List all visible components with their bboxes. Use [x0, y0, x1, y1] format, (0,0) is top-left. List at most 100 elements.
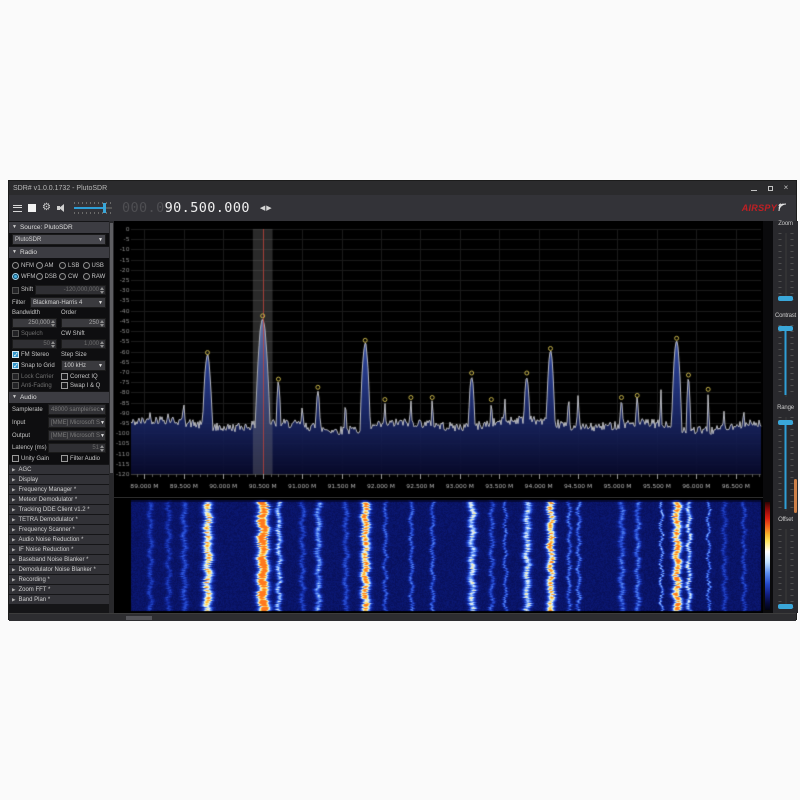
mode-option-raw[interactable]: RAW [83, 273, 107, 280]
spinner-arrows-icon[interactable] [100, 445, 104, 452]
shift-input[interactable]: -120,000,000 [35, 285, 106, 295]
offset-slider[interactable] [778, 529, 793, 609]
order-label: Order [61, 310, 76, 316]
restore-button[interactable] [766, 184, 774, 192]
radio-button-icon[interactable] [83, 262, 90, 269]
unity-gain-checkbox[interactable] [12, 455, 19, 462]
spinner-arrows-icon[interactable] [51, 320, 55, 327]
filter-dropdown[interactable]: Blackman-Harris 4 ▼ [30, 297, 106, 308]
collapsed-panel-zoom-fft[interactable]: ▶Zoom FFT * [9, 585, 109, 594]
collapsed-panel-label: AGC [18, 467, 31, 473]
collapsed-panel-frequency-scanner[interactable]: ▶Frequency Scanner * [9, 525, 109, 534]
mode-option-lsb[interactable]: LSB [59, 262, 83, 269]
slider-ticks [790, 417, 793, 511]
step-size-dropdown[interactable]: 100 kHz ▼ [61, 360, 106, 371]
airspy-signal-icon [778, 203, 788, 212]
collapsed-panel-frequency-manager[interactable]: ▶Frequency Manager * [9, 485, 109, 494]
mode-option-nfm[interactable]: NFM [12, 262, 36, 269]
chevron-down-icon: ▼ [98, 363, 103, 369]
range-slider[interactable] [778, 417, 793, 511]
audio-output-dropdown[interactable]: [MME] Microsoft S ▼ [48, 430, 106, 441]
radio-button-icon[interactable] [59, 262, 66, 269]
radio-button-icon[interactable] [12, 262, 19, 269]
latency-input[interactable]: 51 [48, 443, 106, 453]
swap-iq-checkbox[interactable] [61, 382, 68, 389]
slider-rail [786, 529, 787, 609]
collapsed-panel-recording[interactable]: ▶Recording * [9, 575, 109, 584]
offset-slider-label: Offset [773, 517, 798, 523]
collapsed-panel-audio-noise-reduction[interactable]: ▶Audio Noise Reduction * [9, 535, 109, 544]
lock-carrier-checkbox[interactable] [12, 373, 19, 380]
bandwidth-input[interactable]: 250,000 [12, 318, 57, 328]
collapsed-panel-tracking-dde-client-v1-2[interactable]: ▶Tracking DDE Client v1.2 * [9, 505, 109, 514]
collapsed-panel-band-plan[interactable]: ▶Band Plan * [9, 595, 109, 604]
minimize-button[interactable] [750, 184, 758, 192]
expand-triangle-icon: ▶ [12, 537, 15, 542]
shift-checkbox[interactable] [12, 287, 19, 294]
fm-stereo-checkbox[interactable] [12, 351, 19, 358]
radio-button-icon[interactable] [59, 273, 66, 280]
radio-panel-header[interactable]: ▼ Radio [9, 247, 109, 258]
tune-up-button[interactable]: ▶ [266, 204, 271, 212]
contrast-slider-thumb[interactable] [778, 326, 793, 331]
anti-fading-checkbox[interactable] [12, 382, 19, 389]
collapsed-panel-baseband-noise-blanker[interactable]: ▶Baseband Noise Blanker * [9, 555, 109, 564]
radio-button-icon[interactable] [36, 273, 43, 280]
mode-option-dsb[interactable]: DSB [36, 273, 60, 280]
gear-icon[interactable]: ⚙ [42, 203, 51, 213]
spinner-arrows-icon[interactable] [100, 341, 104, 348]
frequency-display[interactable]: 000.090.500.000 [122, 200, 250, 216]
spinner-arrows-icon[interactable] [51, 341, 55, 348]
close-button[interactable]: × [782, 184, 790, 192]
shift-label: Shift [21, 287, 33, 293]
range-slider-thumb[interactable] [778, 420, 793, 425]
speaker-icon[interactable] [57, 203, 68, 213]
tune-down-button[interactable]: ◀ [260, 204, 265, 212]
samplerate-dropdown[interactable]: 48000 sample/sec ▼ [48, 404, 106, 415]
volume-thumb[interactable] [103, 203, 106, 213]
bottom-scrollbar[interactable] [9, 613, 796, 621]
collapsed-panel-tetra-demodulator[interactable]: ▶TETRA Demodulator * [9, 515, 109, 524]
mode-option-am[interactable]: AM [36, 262, 60, 269]
bottom-scrollbar-thumb[interactable] [126, 616, 152, 620]
spinner-arrows-icon[interactable] [100, 287, 104, 294]
spinner-arrows-icon[interactable] [100, 320, 104, 327]
radio-button-icon[interactable] [36, 262, 43, 269]
snap-to-grid-checkbox[interactable] [12, 362, 19, 369]
filter-audio-checkbox[interactable] [61, 455, 68, 462]
offset-slider-thumb[interactable] [778, 604, 793, 609]
radio-button-icon[interactable] [83, 273, 90, 280]
source-device-dropdown[interactable]: PlutoSDR ▼ [12, 234, 106, 245]
order-input[interactable]: 250 [61, 318, 106, 328]
correct-iq-checkbox[interactable] [61, 373, 68, 380]
zoom-slider-thumb[interactable] [778, 296, 793, 301]
squelch-input[interactable]: 50 [12, 339, 57, 349]
zoom-slider[interactable] [778, 233, 793, 301]
spectrum-display[interactable] [114, 221, 763, 498]
mode-option-cw[interactable]: CW [59, 273, 83, 280]
collapsed-panel-agc[interactable]: ▶AGC [9, 465, 109, 474]
collapsed-panel-display[interactable]: ▶Display [9, 475, 109, 484]
contrast-slider[interactable] [778, 325, 793, 397]
display-settings-panel: ZoomContrastRangeOffset [773, 221, 798, 613]
source-panel-header[interactable]: ▼ Source: PlutoSDR [9, 222, 109, 233]
sidebar-scrollbar-thumb[interactable] [110, 223, 113, 473]
cw-shift-input[interactable]: 1,000 [61, 339, 106, 349]
collapsed-panel-if-noise-reduction[interactable]: ▶IF Noise Reduction * [9, 545, 109, 554]
order-value: 250 [89, 320, 99, 326]
waterfall-display[interactable] [114, 498, 763, 613]
audio-panel-header[interactable]: ▼ Audio [9, 392, 109, 403]
mode-option-wfm[interactable]: WFM [12, 273, 36, 280]
volume-slider[interactable] [74, 202, 112, 214]
cw-shift-label: CW Shift [61, 331, 85, 337]
squelch-checkbox[interactable] [12, 330, 19, 337]
collapsed-panel-meteor-demodulator[interactable]: ▶Meteor Demodulator * [9, 495, 109, 504]
collapsed-panel-demodulator-noise-blanker[interactable]: ▶Demodulator Noise Blanker * [9, 565, 109, 574]
audio-input-dropdown[interactable]: [MME] Microsoft S ▼ [48, 417, 106, 428]
mode-label: RAW [92, 274, 106, 280]
stop-icon[interactable] [28, 204, 36, 212]
orange-scrollbar-thumb[interactable] [794, 479, 797, 513]
radio-button-icon[interactable] [12, 273, 19, 280]
menu-icon[interactable] [13, 205, 22, 212]
mode-option-usb[interactable]: USB [83, 262, 107, 269]
